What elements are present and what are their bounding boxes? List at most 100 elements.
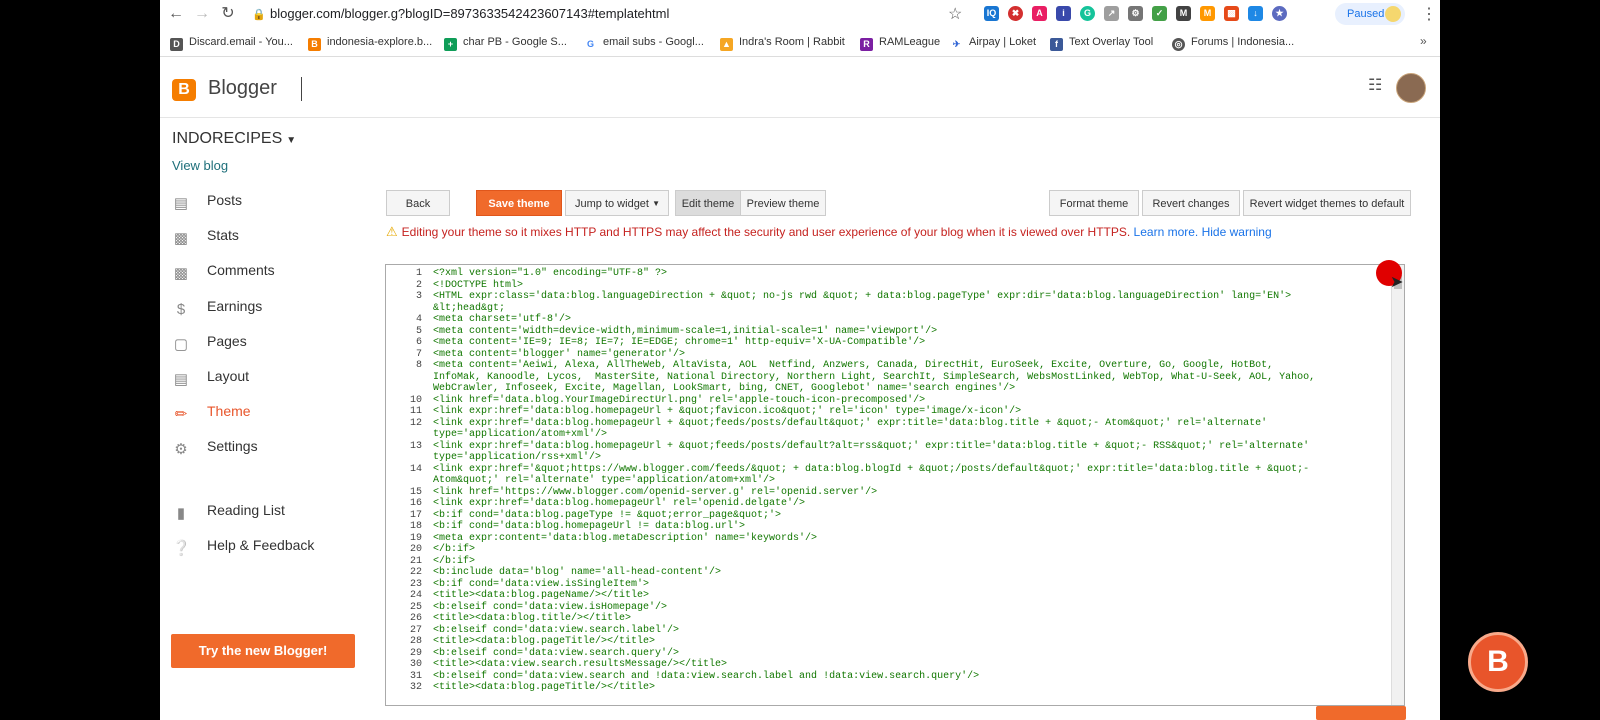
- code-line[interactable]: <title><data:blog.pageName/></title>: [433, 590, 1383, 602]
- code-line[interactable]: <meta charset='utf-8'/>: [433, 314, 1383, 326]
- floating-blogger-logo-icon[interactable]: B: [1468, 632, 1528, 692]
- code-line[interactable]: <link expr:href='&quot;https://www.blogg…: [433, 464, 1383, 476]
- bookmark-item[interactable]: ▲ Indra's Room | Rabbit: [720, 34, 845, 51]
- code-line[interactable]: InfoMak, Kanoodle, Lycos, MasterSite, Na…: [433, 372, 1383, 384]
- bookmark-item[interactable]: Gemail subs - Googl...: [584, 34, 704, 51]
- forward-arrow-icon[interactable]: →: [192, 4, 212, 24]
- try-new-blogger-button[interactable]: Try the new Blogger!: [171, 634, 355, 668]
- learn-more-link[interactable]: Learn more.: [1134, 225, 1199, 239]
- gear-extension-icon[interactable]: ⚙: [1128, 6, 1143, 21]
- blog-selector[interactable]: INDORECIPES ▼: [172, 130, 296, 148]
- bookmark-item[interactable]: ◎ Forums | Indonesia...: [1172, 34, 1294, 51]
- view-blog-link[interactable]: View blog: [172, 158, 228, 173]
- code-line[interactable]: <title><data:blog.pageTitle/></title>: [433, 636, 1383, 648]
- code-line[interactable]: </b:if>: [433, 544, 1383, 556]
- code-line[interactable]: <title><data:blog.pageTitle/></title>: [433, 682, 1383, 694]
- a-extension-icon[interactable]: A: [1032, 6, 1047, 21]
- code-line[interactable]: <meta expr:content='data:blog.metaDescri…: [433, 533, 1383, 545]
- edit-theme-button[interactable]: Edit theme: [675, 190, 741, 216]
- code-line[interactable]: <b:elseif cond='data:view.isHomepage'/>: [433, 602, 1383, 614]
- code-line[interactable]: <link expr:href='data:blog.homepageUrl +…: [433, 406, 1383, 418]
- bookmark-item[interactable]: f Text Overlay Tool: [1050, 34, 1153, 51]
- gmail-extension-icon[interactable]: M: [1176, 6, 1191, 21]
- app-title[interactable]: Blogger: [208, 77, 277, 100]
- bookmark-item[interactable]: R RAMLeague: [860, 34, 940, 51]
- code-line[interactable]: Atom&quot;' rel='alternate' type='applic…: [433, 475, 1383, 487]
- editor-scrollbar[interactable]: [1391, 265, 1404, 705]
- code-line[interactable]: <meta content='blogger' name='generator'…: [433, 349, 1383, 361]
- revert-widget-themes-button[interactable]: Revert widget themes to default: [1243, 190, 1411, 216]
- theme-html-editor[interactable]: 1 2 3 4 5 6 7 8 10 11 12 13 14 15 16 17 18 19 20 21 22 23 24 25…: [385, 264, 1405, 706]
- reload-icon[interactable]: ↻: [218, 4, 238, 24]
- code-line[interactable]: type='application/atom+xml'/>: [433, 429, 1383, 441]
- back-arrow-icon[interactable]: ←: [166, 4, 186, 24]
- code-line[interactable]: <meta content='IE=9; IE=8; IE=7; IE=EDGE…: [433, 337, 1383, 349]
- iq-extension-icon[interactable]: IQ: [984, 6, 999, 21]
- corner-button[interactable]: [1316, 706, 1406, 720]
- sidebar-item-settings[interactable]: ⚙ Settings: [172, 434, 352, 458]
- code-line[interactable]: <b:elseif cond='data:view.search.label'/…: [433, 625, 1383, 637]
- sidebar-item-pages[interactable]: ▢ Pages: [172, 329, 352, 353]
- chart-extension-icon[interactable]: ▩: [1224, 6, 1239, 21]
- code-line[interactable]: WebCrawler, Infoseek, Excite, Magellan, …: [433, 383, 1383, 395]
- grammarly-extension-icon[interactable]: G: [1080, 6, 1095, 21]
- hide-warning-link[interactable]: Hide warning: [1202, 225, 1272, 239]
- code-line[interactable]: <link expr:href='data:blog.homepageUrl' …: [433, 498, 1383, 510]
- jump-to-widget-dropdown[interactable]: Jump to widget ▼: [565, 190, 669, 216]
- code-line[interactable]: <!DOCTYPE html>: [433, 280, 1383, 292]
- code-line[interactable]: &lt;head&gt;: [433, 303, 1383, 315]
- back-button[interactable]: Back: [386, 190, 450, 216]
- url-text: blogger.com/blogger.g?blogID=89736335424…: [270, 6, 670, 21]
- sidebar-item-help[interactable]: ❔ Help & Feedback: [172, 533, 352, 557]
- apps-grid-icon[interactable]: ☷: [1368, 78, 1384, 94]
- revert-changes-button[interactable]: Revert changes: [1142, 190, 1240, 216]
- sidebar-item-layout[interactable]: ▤ Layout: [172, 364, 352, 388]
- sidebar-item-comments[interactable]: ▩ Comments: [172, 258, 352, 282]
- code-line[interactable]: <HTML expr:class='data:blog.languageDire…: [433, 291, 1383, 303]
- code-line[interactable]: <link expr:href='data:blog.homepageUrl +…: [433, 441, 1383, 453]
- code-line[interactable]: <b:include data='blog' name='all-head-co…: [433, 567, 1383, 579]
- line-number: 14: [409, 463, 422, 475]
- code-line[interactable]: <meta content='width=device-width,minimu…: [433, 326, 1383, 338]
- star-extension-icon[interactable]: ★: [1272, 6, 1287, 21]
- code-line[interactable]: <b:if cond='data:view.isSingleItem'>: [433, 579, 1383, 591]
- code-line[interactable]: type='application/rss+xml'/>: [433, 452, 1383, 464]
- code-line[interactable]: <meta content='Aeiwi, Alexa, AllTheWeb, …: [433, 360, 1383, 372]
- bookmark-item[interactable]: ✈ Airpay | Loket: [950, 34, 1036, 51]
- sidebar-item-stats[interactable]: ▩ Stats: [172, 223, 352, 247]
- code-line[interactable]: <b:elseif cond='data:view.search.query'/…: [433, 648, 1383, 660]
- bookmark-item[interactable]: Bindonesia-explore.b...: [308, 34, 432, 51]
- code-line[interactable]: <link href='data.blog.YourImageDirectUrl…: [433, 395, 1383, 407]
- code-line[interactable]: <title><data:blog.title/></title>: [433, 613, 1383, 625]
- sidebar-item-posts[interactable]: ▤ Posts: [172, 188, 352, 212]
- adblock-extension-icon[interactable]: ✖: [1008, 6, 1023, 21]
- sidebar-item-earnings[interactable]: $ Earnings: [172, 294, 352, 318]
- code-line[interactable]: <b:elseif cond='data:view.search and !da…: [433, 671, 1383, 683]
- blogger-logo-icon[interactable]: B: [172, 79, 196, 101]
- code-line[interactable]: <?xml version="1.0" encoding="UTF-8" ?>: [433, 268, 1383, 280]
- sidebar-item-theme[interactable]: ✏ Theme: [172, 399, 352, 423]
- code-line[interactable]: <link href='https://www.blogger.com/open…: [433, 487, 1383, 499]
- code-line[interactable]: <link expr:href='data:blog.homepageUrl +…: [433, 418, 1383, 430]
- profile-paused-chip[interactable]: Paused: [1335, 3, 1405, 25]
- code-line[interactable]: <b:if cond='data:blog.homepageUrl != dat…: [433, 521, 1383, 533]
- format-theme-button[interactable]: Format theme: [1049, 190, 1139, 216]
- save-theme-button[interactable]: Save theme: [476, 190, 562, 216]
- more-bookmarks-icon[interactable]: »: [1420, 34, 1427, 48]
- sidebar-item-reading-list[interactable]: ▮ Reading List: [172, 498, 352, 522]
- m-extension-icon[interactable]: M: [1200, 6, 1215, 21]
- bookmark-item[interactable]: D Discard.email - You...: [170, 34, 293, 51]
- tool-extension-icon[interactable]: ↗: [1104, 6, 1119, 21]
- address-bar[interactable]: 🔒 blogger.com/blogger.g?blogID=8973633542…: [252, 4, 972, 24]
- bookmark-star-icon[interactable]: ☆: [948, 4, 962, 24]
- avatar[interactable]: [1396, 73, 1426, 103]
- code-line[interactable]: <title><data:view.search.resultsMessage/…: [433, 659, 1383, 671]
- info-extension-icon[interactable]: i: [1056, 6, 1071, 21]
- download-extension-icon[interactable]: ↓: [1248, 6, 1263, 21]
- code-line[interactable]: </b:if>: [433, 556, 1383, 568]
- preview-theme-button[interactable]: Preview theme: [740, 190, 826, 216]
- code-line[interactable]: <b:if cond='data:blog.pageType != &quot;…: [433, 510, 1383, 522]
- more-menu-icon[interactable]: ⋮: [1421, 4, 1437, 24]
- bookmark-item[interactable]: + char PB - Google S...: [444, 34, 567, 51]
- feather-extension-icon[interactable]: ✓: [1152, 6, 1167, 21]
